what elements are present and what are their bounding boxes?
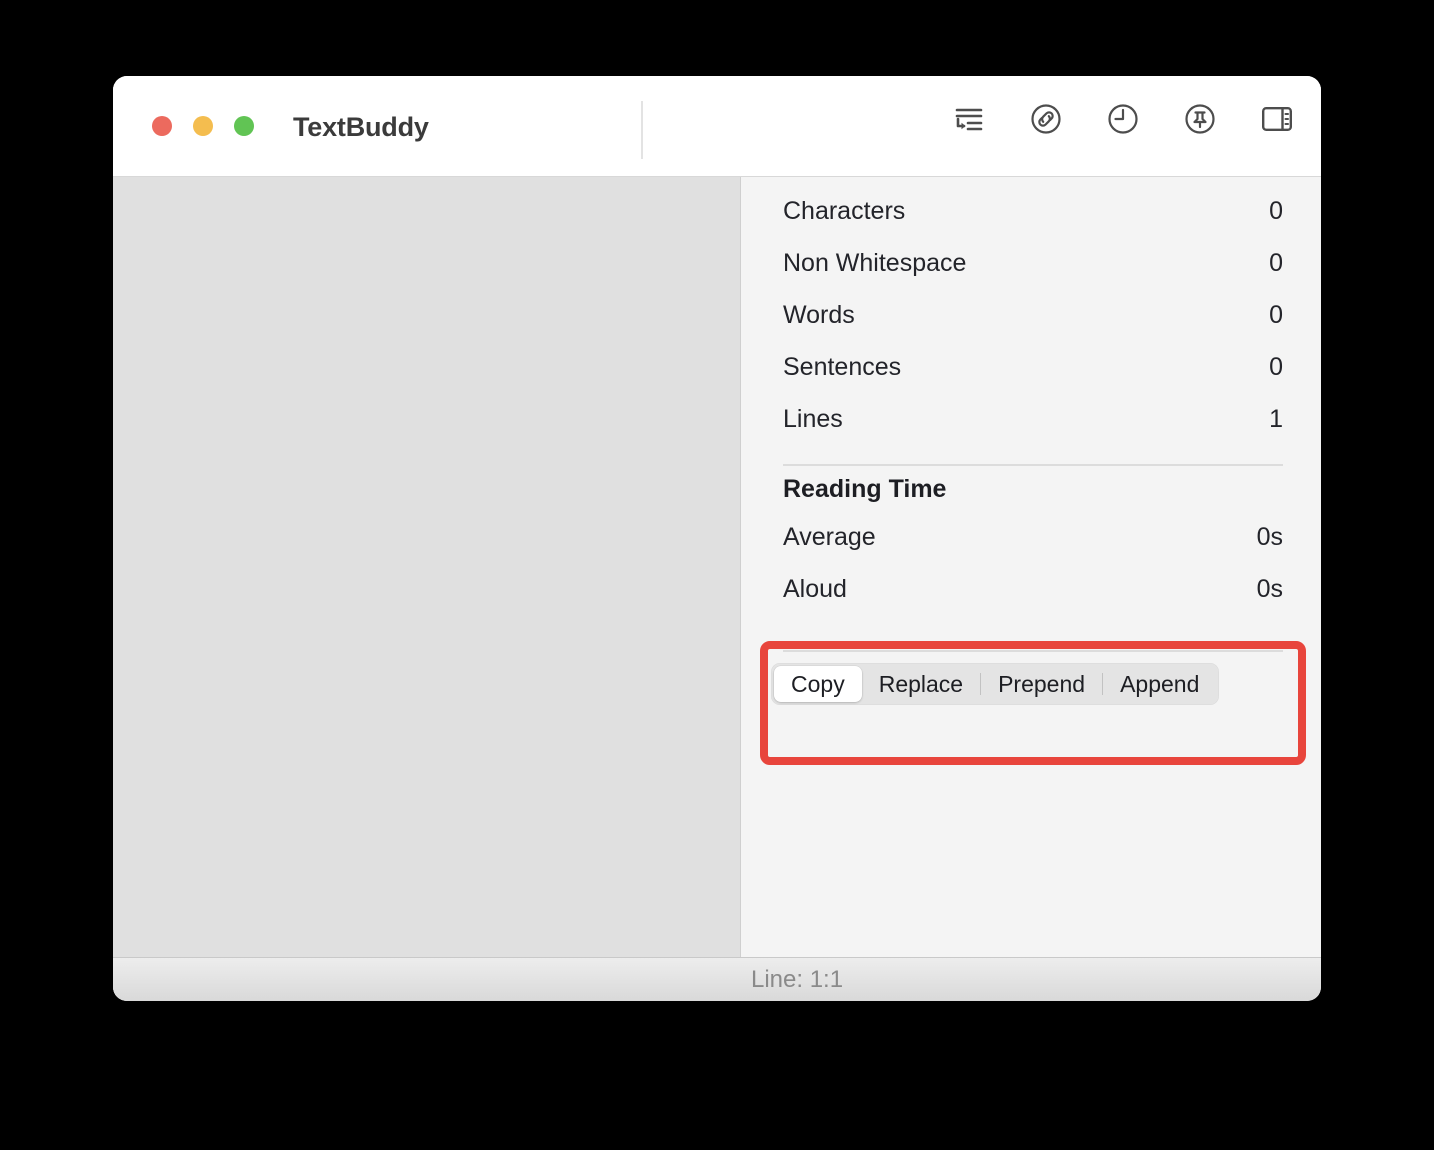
stat-row-non-whitespace: Non Whitespace 0 <box>783 249 1283 301</box>
link-circle-icon[interactable] <box>1030 103 1062 135</box>
pin-circle-icon[interactable] <box>1184 103 1216 135</box>
statistics-list: Characters 0 Non Whitespace 0 Words 0 Se… <box>783 197 1283 457</box>
stat-value: 0 <box>1269 197 1283 225</box>
toolbar <box>953 103 1293 135</box>
actions-segmented-control: Copy Replace Prepend Append <box>771 663 1220 705</box>
segment-replace[interactable]: Replace <box>862 666 980 702</box>
text-editor[interactable] <box>113 177 741 957</box>
window-controls <box>152 116 254 136</box>
app-title: TextBuddy <box>293 112 429 142</box>
window-body: Characters 0 Non Whitespace 0 Words 0 Se… <box>113 177 1321 957</box>
actions-bar: Copy Replace Prepend Append <box>771 663 1295 705</box>
stat-label: Non Whitespace <box>783 249 967 277</box>
section-divider-bottom <box>783 650 1283 652</box>
stat-label: Words <box>783 301 855 329</box>
segment-prepend[interactable]: Prepend <box>981 666 1102 702</box>
segment-append[interactable]: Append <box>1103 666 1216 702</box>
sidebar-toggle-icon[interactable] <box>1261 103 1293 135</box>
inspector-sidebar: Characters 0 Non Whitespace 0 Words 0 Se… <box>741 177 1321 957</box>
stat-row-words: Words 0 <box>783 301 1283 353</box>
reading-row-aloud: Aloud 0s <box>783 575 1283 627</box>
minimize-button[interactable] <box>193 116 213 136</box>
close-button[interactable] <box>152 116 172 136</box>
title-bar: TextBuddy <box>113 76 1321 177</box>
title-bar-divider <box>641 101 643 159</box>
status-bar: Line: 1:1 <box>113 957 1321 1001</box>
reading-value: 0s <box>1256 575 1283 603</box>
zoom-button[interactable] <box>234 116 254 136</box>
stat-row-characters: Characters 0 <box>783 197 1283 249</box>
reading-row-average: Average 0s <box>783 523 1283 575</box>
reading-time-list: Average 0s Aloud 0s <box>783 523 1283 627</box>
stat-label: Sentences <box>783 353 902 381</box>
section-divider-top <box>783 464 1283 466</box>
screen: TextBuddy Characters 0 Non Whitespace 0 … <box>0 0 1434 1150</box>
stat-row-lines: Lines 1 <box>783 405 1283 457</box>
status-bar-left-region <box>113 958 741 1001</box>
stat-row-sentences: Sentences 0 <box>783 353 1283 405</box>
text-wrap-icon[interactable] <box>953 103 985 135</box>
stat-value: 0 <box>1269 249 1283 277</box>
reading-value: 0s <box>1256 523 1283 551</box>
reading-label: Aloud <box>783 575 847 603</box>
clock-icon[interactable] <box>1107 103 1139 135</box>
app-window: TextBuddy Characters 0 Non Whitespace 0 … <box>113 76 1321 1001</box>
stat-value: 0 <box>1269 353 1283 381</box>
stat-label: Characters <box>783 197 906 225</box>
segment-copy[interactable]: Copy <box>774 666 862 702</box>
stat-value: 1 <box>1269 405 1283 433</box>
reading-time-heading: Reading Time <box>783 475 947 503</box>
stat-value: 0 <box>1269 301 1283 329</box>
line-position-indicator: Line: 1:1 <box>751 965 844 993</box>
stat-label: Lines <box>783 405 843 433</box>
reading-label: Average <box>783 523 876 551</box>
